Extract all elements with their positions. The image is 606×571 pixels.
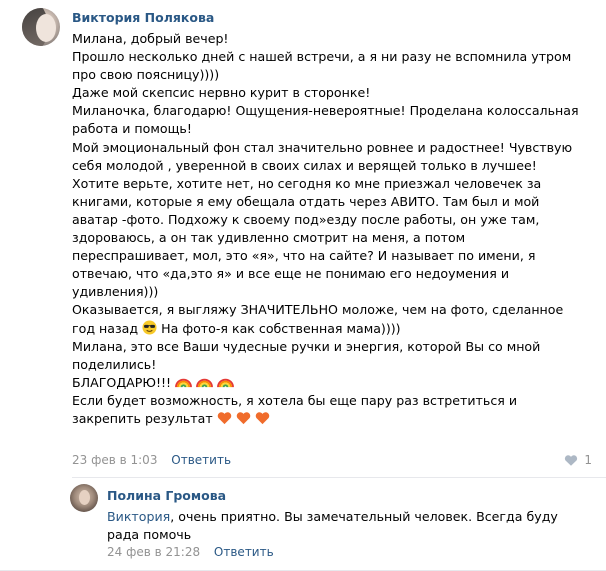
avatar[interactable] <box>22 8 60 46</box>
comment-line: Прошло несколько дней с нашей встречи, а… <box>72 49 572 65</box>
avatar-face <box>79 490 90 505</box>
comment-line: Милана, это все Ваши чудесные ручки и эн… <box>72 338 541 354</box>
comment-date[interactable]: 23 фев в 1:03 <box>72 453 157 467</box>
like-count: 1 <box>584 453 592 467</box>
heart-emoji-icon <box>217 412 231 425</box>
comment-line: Хотите верьте, хотите нет, но сегодня ко… <box>72 175 542 191</box>
comment-line-emoji: БЛАГОДАРЮ!!! <box>72 374 592 392</box>
heart-emoji-icon <box>236 412 250 425</box>
divider <box>72 477 606 478</box>
comment-line: себя молодой , уверенной в своих силах и… <box>72 157 537 173</box>
rainbow-emoji-icon <box>175 378 193 388</box>
comment-text: Милана, добрый вечер! Прошло несколько д… <box>72 30 592 428</box>
comment-author[interactable]: Виктория Полякова <box>72 10 214 25</box>
comment-line: про свою поясницу)))) <box>72 67 220 83</box>
comment-line: поделились! <box>72 356 157 372</box>
comment-line: работа и помощь! <box>72 121 192 137</box>
comment-line: здороваюсь, а он так удивленно смотрит н… <box>72 230 466 246</box>
like-button[interactable]: 1 <box>564 453 592 467</box>
comment-line: отвечаю, что «да,это я» и все еще не пон… <box>72 266 509 282</box>
reply-line: Виктория, очень приятно. Вы замечательны… <box>107 508 577 526</box>
comment-meta: 23 фев в 1:03 Ответить <box>72 453 231 467</box>
avatar-face <box>36 14 56 42</box>
comment-line: Милана, добрый вечер! <box>72 31 229 46</box>
reply-line: рада помочь <box>107 527 192 543</box>
comment-line: аватар -фото. Подхожу к своему под»езду … <box>72 211 540 227</box>
reply-text: Виктория, очень приятно. Вы замечательны… <box>107 508 577 544</box>
heart-like-icon <box>565 454 578 466</box>
comment-line: переспрашивает, мол, это «я», что на сай… <box>72 248 536 264</box>
reply-author[interactable]: Полина Громова <box>107 488 226 503</box>
comment-line-part: На фото-я как собственная мама)))) <box>161 320 401 336</box>
reply-line-part: , очень приятно. Вы замечательный челове… <box>170 509 558 524</box>
reply-button[interactable]: Ответить <box>214 545 274 559</box>
comment-line-part: год назад <box>72 320 139 336</box>
comment-line-emoji: год назад На фото-я как собственная мама… <box>72 319 592 338</box>
comment-line-part: БЛАГОДАРЮ!!! <box>72 374 172 390</box>
comment-line-emoji: закрепить результат <box>72 410 592 428</box>
reply-date[interactable]: 24 фев в 21:28 <box>107 545 200 559</box>
addressee-link[interactable]: Виктория <box>107 509 170 524</box>
reply-avatar[interactable] <box>70 484 98 512</box>
sunglasses-emoji-icon <box>142 319 157 335</box>
rainbow-emoji-icon <box>196 378 214 388</box>
comment-line: Оказывается, я выгляжу ЗНАЧИТЕЛЬНО молож… <box>72 302 564 318</box>
comment-line: книгами, которые я ему обещала отдать че… <box>72 193 540 209</box>
comment-line: Мой эмоциональный фон стал значительно р… <box>72 139 573 155</box>
reply-meta: 24 фев в 21:28 Ответить <box>107 545 274 559</box>
comment-line: Миланочка, благодарю! Ощущения-невероятн… <box>72 103 579 119</box>
reply-button[interactable]: Ответить <box>171 453 231 467</box>
rainbow-emoji-icon <box>217 378 235 388</box>
comment-line: Если будет возможность, я хотела бы еще … <box>72 392 518 408</box>
heart-emoji-icon <box>255 412 269 425</box>
comment-line-part: закрепить результат <box>72 410 213 426</box>
comment-line: удивления))) <box>72 284 159 300</box>
comment-line: Даже мой скепсис нервно курит в сторонке… <box>72 85 371 101</box>
